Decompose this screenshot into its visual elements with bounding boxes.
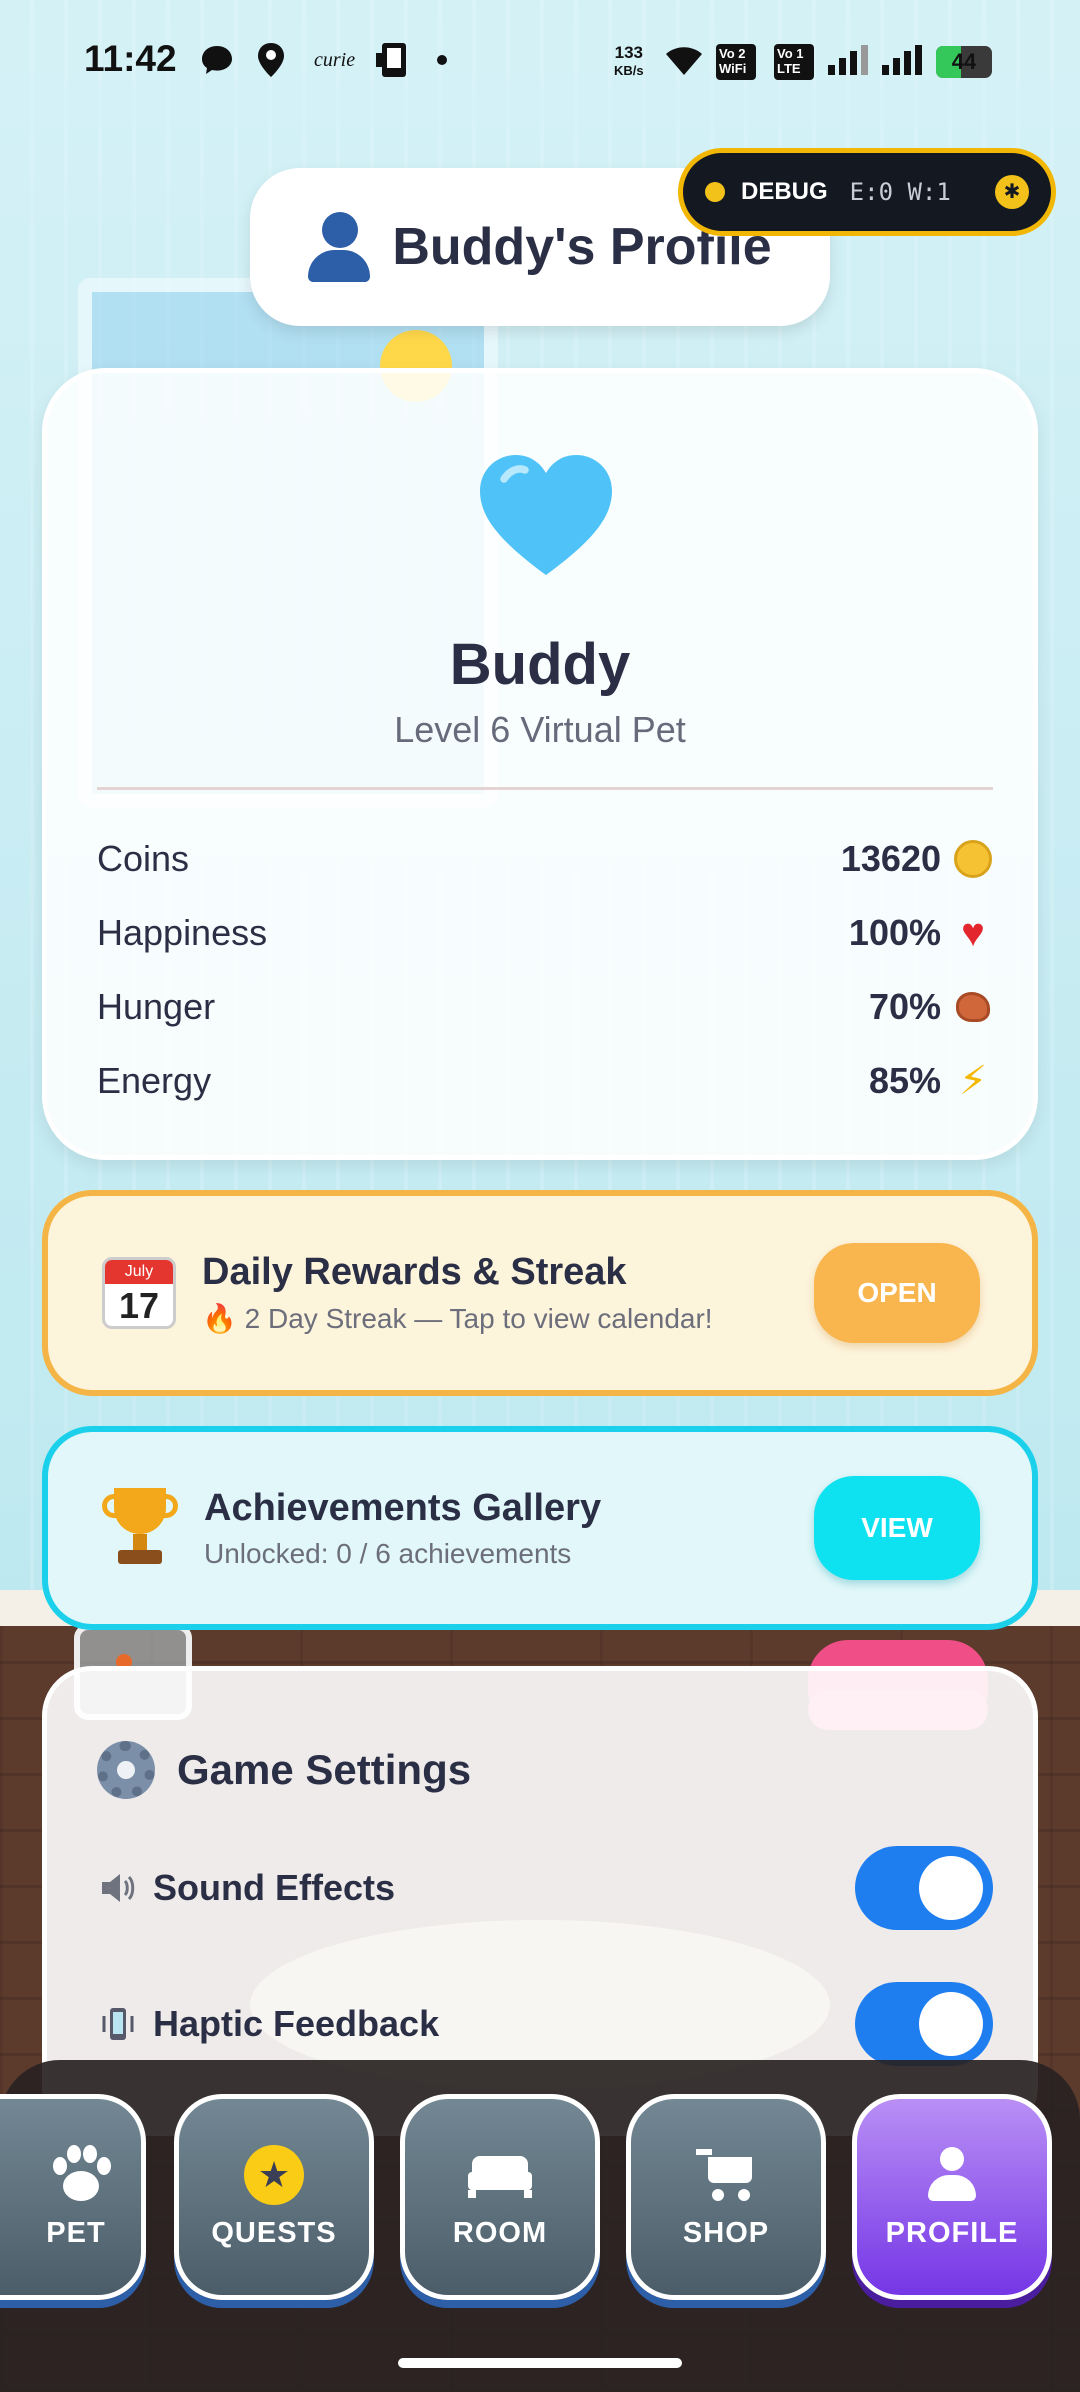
trophy-icon bbox=[102, 1488, 178, 1568]
nav-label: QUESTS bbox=[211, 2216, 337, 2249]
nav-tab-room[interactable]: ROOM bbox=[400, 2094, 600, 2300]
stat-label: Happiness bbox=[97, 912, 268, 953]
pet-name: Buddy bbox=[449, 632, 631, 697]
network-speed-unit: KB/s bbox=[614, 63, 644, 78]
setting-haptic-feedback: Haptic Feedback bbox=[97, 1979, 993, 2069]
cart-icon bbox=[696, 2145, 756, 2205]
signal-strength-icon-2 bbox=[880, 40, 926, 80]
lightning-icon: ⚡ bbox=[958, 1059, 988, 1103]
nav-label: PET bbox=[46, 2216, 106, 2249]
stat-value: 70% bbox=[868, 986, 941, 1027]
bed-icon bbox=[468, 2145, 532, 2205]
divider bbox=[97, 787, 993, 790]
coin-icon bbox=[953, 839, 993, 879]
setting-sound-effects: Sound Effects bbox=[97, 1843, 993, 1933]
nav-label: ROOM bbox=[452, 2216, 548, 2249]
sim2-num: 1 bbox=[796, 46, 804, 61]
stat-label: Energy bbox=[97, 1060, 212, 1101]
debug-status-dot bbox=[705, 182, 725, 202]
status-bar: 11:42 curie 133 KB/s Vo 2 WiFi Vo 1 LTE … bbox=[0, 0, 1080, 124]
debug-label: DEBUG bbox=[741, 178, 828, 205]
speaker-icon bbox=[97, 1867, 139, 1909]
stat-value: 85% bbox=[868, 1060, 941, 1101]
home-indicator[interactable] bbox=[398, 2358, 682, 2368]
view-achievements-button[interactable]: VIEW bbox=[814, 1476, 980, 1580]
achievements-card[interactable]: Achievements Gallery Unlocked: 0 / 6 ach… bbox=[42, 1426, 1038, 1630]
stat-value: 100% bbox=[848, 912, 941, 953]
setting-label: Sound Effects bbox=[153, 1867, 396, 1908]
haptic-feedback-toggle[interactable] bbox=[855, 1982, 993, 2066]
person-icon bbox=[924, 2145, 980, 2205]
calendar-month: July bbox=[105, 1260, 173, 1284]
user-silhouette-icon bbox=[308, 212, 371, 282]
open-rewards-button[interactable]: OPEN bbox=[814, 1243, 980, 1343]
gear-icon bbox=[97, 1741, 155, 1799]
wifi-icon bbox=[664, 40, 704, 80]
meat-icon bbox=[953, 987, 993, 1027]
location-pin-icon bbox=[256, 40, 286, 80]
sim1-vowifi-badge: Vo 2 WiFi bbox=[716, 44, 756, 80]
sound-effects-toggle[interactable] bbox=[855, 1846, 993, 1930]
streak-text: 2 Day Streak — Tap to view calendar! bbox=[244, 1303, 713, 1334]
chat-bubble-icon bbox=[200, 40, 234, 80]
nav-tab-shop[interactable]: SHOP bbox=[626, 2094, 826, 2300]
stat-label: Coins bbox=[97, 838, 190, 879]
calendar-icon: July 17 bbox=[102, 1257, 176, 1329]
vibrate-phone-icon bbox=[97, 2003, 139, 2045]
nav-tab-quests[interactable]: ★ QUESTS bbox=[174, 2094, 374, 2300]
nav-label: PROFILE bbox=[885, 2216, 1019, 2249]
star-icon: ★ bbox=[244, 2144, 304, 2205]
blue-heart-icon bbox=[471, 443, 621, 593]
sim2-lte: LTE bbox=[777, 61, 801, 76]
sim1-wifi: WiFi bbox=[719, 61, 747, 76]
calendar-day: 17 bbox=[118, 1285, 160, 1326]
stat-row-coins: Coins 13620 bbox=[97, 829, 993, 889]
daily-rewards-title: Daily Rewards & Streak bbox=[202, 1251, 627, 1293]
sim1-num: 2 bbox=[738, 46, 746, 61]
sim2-volte-badge: Vo 1 LTE bbox=[774, 44, 814, 80]
status-time: 11:42 bbox=[84, 38, 177, 79]
stat-row-energy: Energy 85% ⚡ bbox=[97, 1051, 993, 1111]
achievements-title: Achievements Gallery bbox=[204, 1486, 602, 1529]
signal-strength-icon-1 bbox=[826, 40, 872, 80]
sim2-vo: Vo bbox=[777, 46, 793, 61]
pet-level: Level 6 Virtual Pet bbox=[394, 709, 686, 750]
battery-icon: 44 bbox=[936, 46, 992, 78]
pet-profile-card: Buddy Level 6 Virtual Pet Coins 13620 Ha… bbox=[42, 368, 1038, 1160]
nav-label: SHOP bbox=[682, 2216, 770, 2249]
toggle-knob bbox=[919, 1856, 983, 1920]
debug-overlay[interactable]: DEBUG E:0 W:1 ✱ bbox=[678, 148, 1056, 236]
phone-device-icon bbox=[374, 40, 414, 80]
bug-icon[interactable]: ✱ bbox=[995, 175, 1029, 209]
stat-value: 13620 bbox=[840, 838, 941, 879]
nav-tab-pet[interactable]: PET bbox=[0, 2094, 146, 2300]
red-heart-icon: ♥ bbox=[961, 911, 985, 955]
paw-icon bbox=[51, 2144, 111, 2205]
achievements-progress: Unlocked: 0 / 6 achievements bbox=[204, 1537, 572, 1569]
fire-icon: 🔥 bbox=[202, 1303, 237, 1334]
toggle-knob bbox=[919, 1992, 983, 2056]
stat-label: Hunger bbox=[97, 986, 216, 1027]
curie-app-icon: curie bbox=[314, 48, 356, 71]
stat-row-happiness: Happiness 100% ♥ bbox=[97, 903, 993, 963]
settings-header: Game Settings bbox=[97, 1741, 471, 1799]
battery-level: 44 bbox=[951, 49, 977, 74]
nav-tab-profile[interactable]: PROFILE bbox=[852, 2094, 1052, 2300]
network-speed: 133 KB/s bbox=[614, 44, 644, 80]
settings-title: Game Settings bbox=[177, 1746, 472, 1793]
notification-dot-icon bbox=[436, 40, 448, 80]
sim1-vo: Vo bbox=[719, 46, 735, 61]
network-speed-value: 133 bbox=[614, 43, 643, 62]
setting-label: Haptic Feedback bbox=[153, 2003, 440, 2044]
debug-counts: E:0 W:1 bbox=[849, 178, 951, 206]
streak-info: 🔥 2 Day Streak — Tap to view calendar! bbox=[202, 1302, 814, 1335]
daily-rewards-card[interactable]: July 17 Daily Rewards & Streak 🔥 2 Day S… bbox=[42, 1190, 1038, 1396]
stat-row-hunger: Hunger 70% bbox=[97, 977, 993, 1037]
